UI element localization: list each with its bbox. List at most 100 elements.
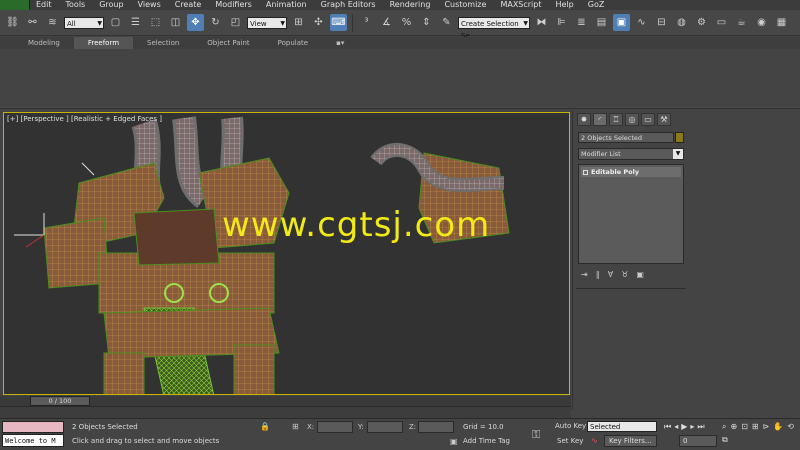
- remove-modifier-icon[interactable]: ♉: [621, 270, 628, 279]
- menu-tools[interactable]: Tools: [60, 0, 94, 10]
- menu-help[interactable]: Help: [550, 0, 582, 10]
- menu-customize[interactable]: Customize: [438, 0, 494, 10]
- viewport-label[interactable]: [+] [Perspective ] [Realistic + Edged Fa…: [7, 115, 162, 123]
- object-color-swatch[interactable]: [675, 132, 684, 143]
- zoom-extents-icon[interactable]: ⊡: [741, 422, 748, 432]
- z-coordinate-field[interactable]: [418, 421, 454, 433]
- zoom-icon[interactable]: ⌕: [722, 422, 726, 432]
- unlink-icon[interactable]: ⚯: [24, 14, 41, 31]
- menu-goz[interactable]: GoZ: [582, 0, 613, 10]
- utilities-tab-icon[interactable]: ⚒: [657, 113, 671, 126]
- render-iterative-icon[interactable]: ◉: [753, 14, 770, 31]
- menu-rendering[interactable]: Rendering: [384, 0, 439, 10]
- expand-box-icon[interactable]: [583, 169, 588, 175]
- track-bar[interactable]: [0, 406, 571, 418]
- mirror-icon[interactable]: ⧓: [533, 14, 550, 31]
- tab-modeling[interactable]: Modeling: [14, 37, 74, 49]
- current-frame-field[interactable]: 0: [679, 435, 717, 447]
- spinner-snap-icon[interactable]: ⇕: [418, 14, 435, 31]
- modify-tab-icon[interactable]: ◜: [593, 113, 607, 126]
- named-selection-sets-dropdown[interactable]: Create Selection Se ▼: [458, 16, 530, 40]
- y-coordinate-field[interactable]: [367, 421, 403, 433]
- motion-tab-icon[interactable]: ◎: [625, 113, 639, 126]
- set-key-icon[interactable]: ⚿: [532, 428, 540, 442]
- edit-named-selection-icon[interactable]: ✎: [438, 14, 455, 31]
- field-of-view-icon[interactable]: ⊳: [763, 422, 770, 432]
- show-end-result-icon[interactable]: ∥: [596, 270, 600, 279]
- pivot-center-icon[interactable]: ⊞: [290, 14, 307, 31]
- rectangular-selection-icon[interactable]: ⬚: [147, 14, 164, 31]
- play-icon[interactable]: ▶: [681, 422, 687, 432]
- percent-snap-icon[interactable]: %: [398, 14, 415, 31]
- key-filters-button[interactable]: Key Filters...: [604, 435, 657, 447]
- make-unique-icon[interactable]: ∀: [608, 270, 613, 279]
- menu-modifiers[interactable]: Modifiers: [209, 0, 260, 10]
- select-and-rotate-icon[interactable]: ↻: [207, 14, 224, 31]
- curve-editor-icon[interactable]: ∿: [633, 14, 650, 31]
- create-tab-icon[interactable]: ✸: [577, 113, 591, 126]
- menu-create[interactable]: Create: [169, 0, 210, 10]
- modifier-list-dropdown[interactable]: Modifier List ▼: [578, 148, 684, 160]
- orbit-icon[interactable]: ⟲: [787, 422, 794, 432]
- default-in-out-tangent-icon[interactable]: ∿: [591, 436, 598, 445]
- select-and-scale-icon[interactable]: ◰: [227, 14, 244, 31]
- maximize-viewport-icon[interactable]: ⧉: [722, 435, 728, 445]
- window-crossing-icon[interactable]: ◫: [167, 14, 184, 31]
- scene-explorer-icon[interactable]: ▣: [613, 14, 630, 31]
- configure-modifier-sets-icon[interactable]: ▣: [636, 270, 644, 279]
- previous-frame-icon[interactable]: ◂: [674, 422, 678, 432]
- material-editor-icon[interactable]: ◍: [673, 14, 690, 31]
- link-icon[interactable]: ⛓: [4, 14, 21, 31]
- texture-tools-icon[interactable]: ▦: [773, 14, 790, 31]
- set-key-button[interactable]: Set Key: [557, 437, 583, 445]
- align-icon[interactable]: ⊫: [553, 14, 570, 31]
- tab-freeform[interactable]: Freeform: [73, 37, 134, 49]
- menu-edit[interactable]: Edit: [30, 0, 60, 10]
- rendered-frame-window-icon[interactable]: ▭: [713, 14, 730, 31]
- select-by-name-icon[interactable]: ☰: [127, 14, 144, 31]
- pin-stack-icon[interactable]: ⇥: [581, 270, 588, 279]
- render-setup-icon[interactable]: ⚙: [693, 14, 710, 31]
- go-to-end-icon[interactable]: ⏭: [697, 422, 704, 432]
- ribbon-options-icon[interactable]: ▪▾: [322, 37, 358, 49]
- menu-graph-editors[interactable]: Graph Editors: [315, 0, 384, 10]
- menu-maxscript[interactable]: MAXScript: [494, 0, 549, 10]
- render-production-icon[interactable]: ☕: [733, 14, 750, 31]
- next-frame-icon[interactable]: ▸: [690, 422, 694, 432]
- tab-populate[interactable]: Populate: [264, 37, 322, 49]
- x-coordinate-field[interactable]: [317, 421, 353, 433]
- lock-selection-icon[interactable]: 🔒: [260, 422, 270, 431]
- hierarchy-tab-icon[interactable]: ♖: [609, 113, 623, 126]
- menu-group[interactable]: Group: [93, 0, 131, 10]
- perspective-viewport[interactable]: [+] [Perspective ] [Realistic + Edged Fa…: [3, 112, 570, 395]
- tab-selection[interactable]: Selection: [133, 37, 193, 49]
- zoom-extents-all-icon[interactable]: ⊞: [752, 422, 759, 432]
- reference-coordinate-dropdown[interactable]: View ▼: [247, 16, 287, 29]
- zoom-all-icon[interactable]: ⊕: [730, 422, 737, 432]
- keyboard-shortcut-override-icon[interactable]: ⌨: [330, 14, 347, 31]
- maxscript-listener-output[interactable]: Welcome to M: [2, 434, 64, 447]
- pan-icon[interactable]: ✋: [773, 422, 783, 432]
- auto-key-button[interactable]: Auto Key: [555, 422, 586, 430]
- absolute-mode-icon[interactable]: ⊞: [292, 422, 299, 431]
- application-button[interactable]: [0, 0, 30, 10]
- maxscript-mini-listener[interactable]: [2, 421, 64, 433]
- display-tab-icon[interactable]: ▭: [641, 113, 655, 126]
- select-and-move-icon[interactable]: ✥: [187, 14, 204, 31]
- select-object-icon[interactable]: ▢: [107, 14, 124, 31]
- select-manipulate-icon[interactable]: ✣: [310, 14, 327, 31]
- selection-filter-dropdown[interactable]: All ▼: [64, 16, 104, 29]
- bind-space-warp-icon[interactable]: ≋: [44, 14, 61, 31]
- menu-views[interactable]: Views: [132, 0, 169, 10]
- stack-item-editable-poly[interactable]: Editable Poly: [581, 167, 681, 177]
- object-name-field[interactable]: 2 Objects Selected: [578, 132, 674, 143]
- graphite-tools-icon[interactable]: ▤: [593, 14, 610, 31]
- tab-object-paint[interactable]: Object Paint: [193, 37, 263, 49]
- layer-manager-icon[interactable]: ≣: [573, 14, 590, 31]
- time-slider[interactable]: 0 / 100: [30, 396, 90, 406]
- key-selection-dropdown[interactable]: Selected: [587, 421, 657, 432]
- add-time-tag[interactable]: Add Time Tag: [463, 437, 510, 445]
- snaps-toggle-icon[interactable]: ³: [358, 14, 375, 31]
- menu-animation[interactable]: Animation: [260, 0, 315, 10]
- angle-snap-icon[interactable]: ∡: [378, 14, 395, 31]
